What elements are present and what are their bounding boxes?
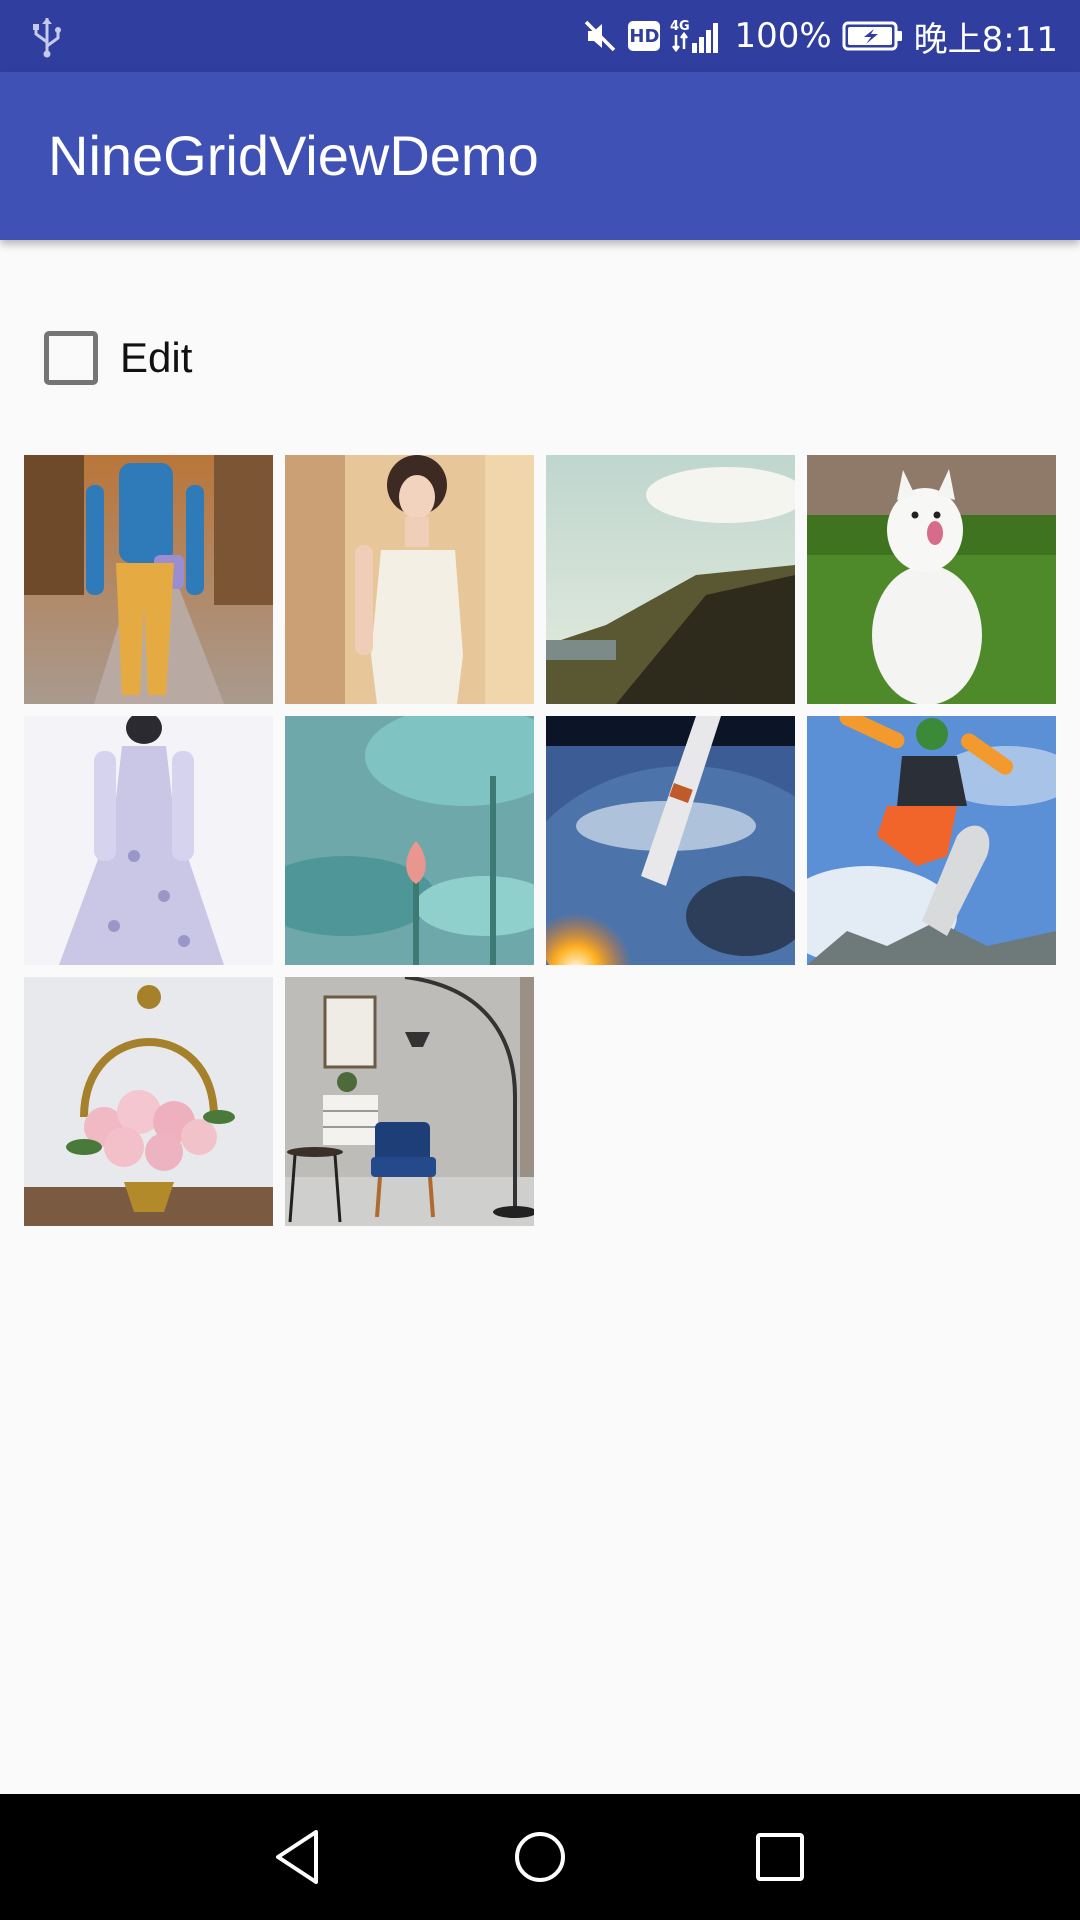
back-icon[interactable] [264,1822,334,1892]
usb-icon [33,18,61,58]
grid-image-6[interactable] [285,716,534,965]
grid-image-9[interactable] [24,977,273,1226]
grid-image-2[interactable] [285,455,534,704]
battery-percent: 100% [734,16,832,56]
grid-image-4[interactable] [807,455,1056,704]
svg-text:4G: 4G [670,19,690,34]
battery-charging-icon [842,21,902,51]
recents-icon[interactable] [745,1822,815,1892]
clock: 晚上8:11 [913,19,1058,60]
signal-4g-icon: 4G [670,19,719,53]
home-icon[interactable] [505,1822,575,1892]
status-bar: HD 4G 100% 晚上8:11 [0,0,1080,72]
grid-image-5[interactable] [24,716,273,965]
edit-checkbox-row[interactable]: Edit [44,330,192,386]
grid-image-7[interactable] [546,716,795,965]
grid-image-3[interactable] [546,455,795,704]
grid-image-8[interactable] [807,716,1056,965]
grid-image-10[interactable] [285,977,534,1226]
app-title: NineGridViewDemo [48,124,539,187]
grid-image-1[interactable] [24,455,273,704]
hd-icon: HD [628,21,661,51]
edit-label[interactable]: Edit [120,334,192,382]
mute-icon [585,20,616,52]
app-bar: NineGridViewDemo [0,72,1080,240]
edit-checkbox[interactable] [44,331,98,385]
navigation-bar [0,1794,1080,1920]
